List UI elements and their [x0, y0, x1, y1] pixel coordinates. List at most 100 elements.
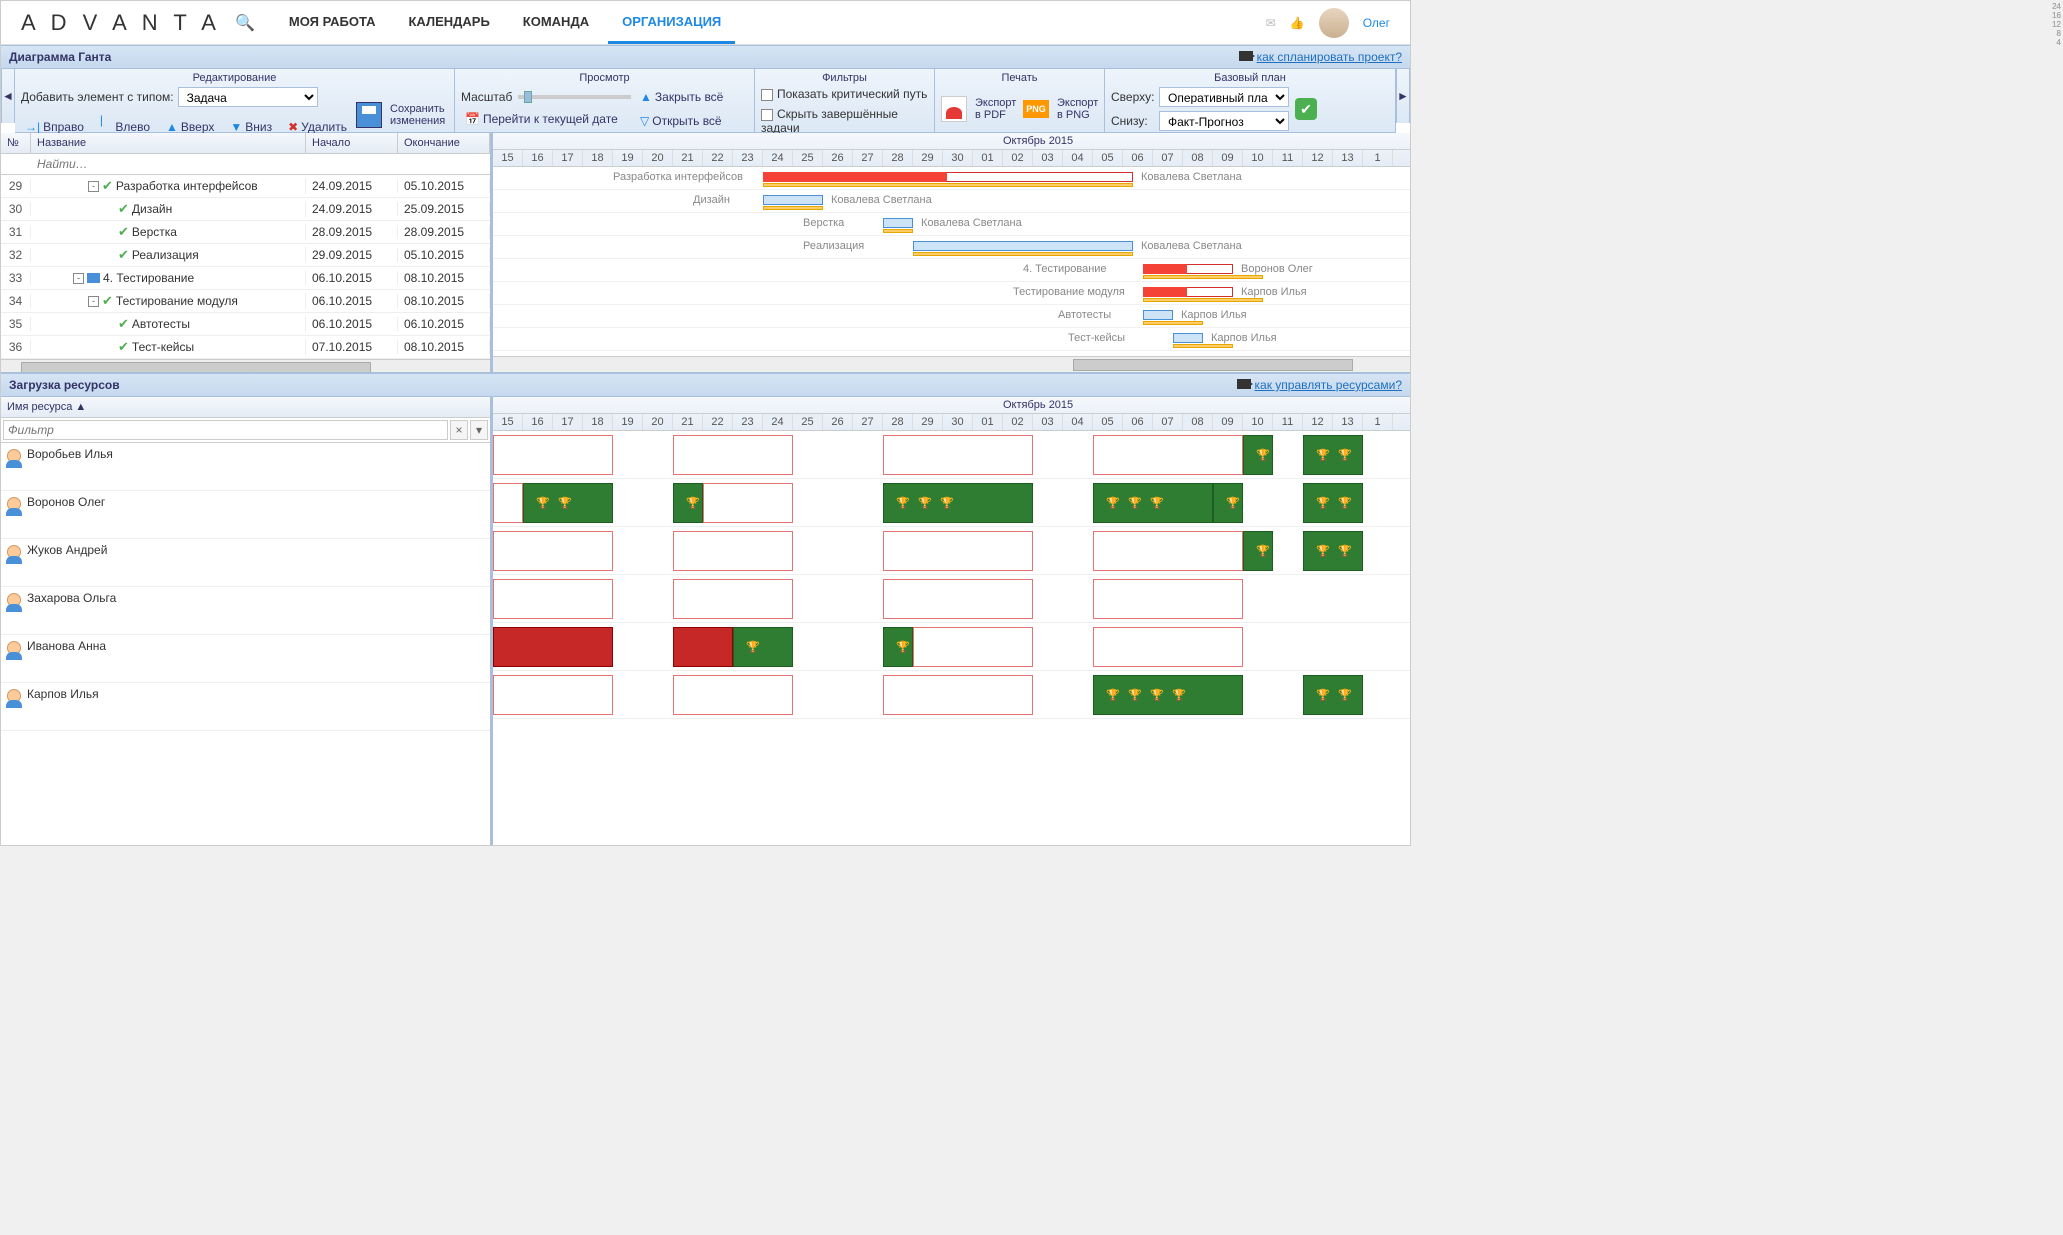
task-row[interactable]: 34-✔Тестирование модуля06.10.201508.10.2…	[1, 290, 490, 313]
workload-cell[interactable]: 🏆🏆🏆	[883, 483, 1033, 523]
task-row[interactable]: 33-4. Тестирование06.10.201508.10.2015	[1, 267, 490, 290]
expand-icon[interactable]: -	[88, 181, 99, 192]
workload-cell[interactable]	[673, 531, 793, 571]
workload-cell[interactable]	[493, 531, 613, 571]
toolbar-scroll-left[interactable]: ◄	[1, 69, 15, 123]
resource-row[interactable]: Карпов Илья24161284	[1, 683, 490, 731]
resource-row[interactable]: Жуков Андрей24161284	[1, 539, 490, 587]
baseline-bottom-select[interactable]: Факт-Прогноз	[1159, 111, 1289, 131]
resources-help-link[interactable]: как управлять ресурсами?	[1237, 378, 1403, 392]
col-num[interactable]: №	[1, 133, 31, 153]
gantt-bar[interactable]	[1143, 287, 1233, 297]
workload-cell[interactable]	[493, 675, 613, 715]
workload-cell[interactable]	[883, 435, 1033, 475]
avatar[interactable]	[1319, 8, 1349, 38]
toolbar-scroll-right[interactable]: ►	[1396, 69, 1410, 123]
workload-cell[interactable]	[493, 579, 613, 619]
workload-cell[interactable]: 🏆🏆🏆	[1093, 483, 1213, 523]
gantt-bar[interactable]	[1143, 264, 1233, 274]
resource-name-col[interactable]: Имя ресурса ▲	[1, 397, 490, 418]
expand-icon[interactable]: -	[73, 273, 84, 284]
expand-icon[interactable]: -	[88, 296, 99, 307]
search-icon[interactable]: 🔍	[235, 13, 255, 33]
workload-cell[interactable]	[1093, 435, 1243, 475]
mail-icon[interactable]: ✉	[1266, 16, 1276, 30]
workload-cell[interactable]	[673, 627, 733, 667]
workload-cell[interactable]: 🏆🏆	[1303, 435, 1363, 475]
day-cell: 03	[1033, 150, 1063, 166]
baseline-top-select[interactable]: Оперативный план	[1159, 87, 1289, 107]
gantt-bar[interactable]	[913, 241, 1133, 251]
workload-cell[interactable]	[883, 675, 1033, 715]
gantt-bar[interactable]	[763, 195, 823, 205]
task-row[interactable]: 31✔Верстка28.09.201528.09.2015	[1, 221, 490, 244]
workload-cell[interactable]	[493, 483, 523, 523]
task-hscroll[interactable]	[1, 359, 490, 372]
workload-cell[interactable]	[883, 531, 1033, 571]
task-row[interactable]: 29-✔Разработка интерфейсов24.09.201505.1…	[1, 175, 490, 198]
workload-cell[interactable]	[673, 579, 793, 619]
day-cell: 26	[823, 150, 853, 166]
workload-cell[interactable]: 🏆🏆	[1303, 531, 1363, 571]
like-icon[interactable]: 👍	[1290, 16, 1305, 30]
gantt-bar[interactable]	[1173, 333, 1203, 343]
task-row[interactable]: 30✔Дизайн24.09.201525.09.2015	[1, 198, 490, 221]
workload-cell[interactable]	[1093, 579, 1243, 619]
workload-cell[interactable]: 🏆	[883, 627, 913, 667]
workload-cell[interactable]	[493, 435, 613, 475]
export-png-button[interactable]: Экспорт в PNG	[1053, 95, 1097, 123]
col-end[interactable]: Окончание	[398, 133, 490, 153]
apply-baseline-button[interactable]: ✔	[1295, 98, 1317, 120]
gantt-bar[interactable]	[1143, 310, 1173, 320]
expand-all-button[interactable]: ▽Открыть всё	[636, 112, 727, 130]
resource-filter-input[interactable]	[3, 420, 448, 440]
goto-today-button[interactable]: 📅Перейти к текущей дате	[461, 110, 631, 128]
workload-cell[interactable]	[493, 627, 613, 667]
nav-организация[interactable]: ОРГАНИЗАЦИЯ	[608, 2, 735, 44]
task-search-input[interactable]	[31, 154, 490, 174]
task-row[interactable]: 32✔Реализация29.09.201505.10.2015	[1, 244, 490, 267]
nav-календарь[interactable]: КАЛЕНДАРЬ	[394, 2, 503, 44]
workload-cell[interactable]: 🏆🏆	[1303, 675, 1363, 715]
workload-cell[interactable]	[913, 627, 1033, 667]
check-icon: ✔	[118, 316, 129, 332]
resource-row[interactable]: Воронов Олег24161284	[1, 491, 490, 539]
export-pdf-button[interactable]: Экспорт в PDF	[971, 95, 1015, 123]
workload-cell[interactable]: 🏆🏆🏆🏆	[1093, 675, 1243, 715]
resource-row[interactable]: Захарова Ольга24161284	[1, 587, 490, 635]
filter-dropdown-button[interactable]: ▾	[470, 420, 488, 440]
save-button[interactable]: Сохранить изменения	[386, 101, 446, 129]
workload-cell[interactable]: 🏆🏆	[1303, 483, 1363, 523]
nav-моя работа[interactable]: МОЯ РАБОТА	[275, 2, 390, 44]
task-row[interactable]: 36✔Тест-кейсы07.10.201508.10.2015	[1, 336, 490, 359]
critical-path-checkbox[interactable]: Показать критический путь	[761, 87, 927, 101]
gantt-bar[interactable]	[883, 218, 913, 228]
workload-cell[interactable]	[673, 435, 793, 475]
workload-cell[interactable]	[673, 675, 793, 715]
hide-completed-checkbox[interactable]: Скрыть завершённые задачи	[761, 107, 928, 135]
workload-cell[interactable]: 🏆	[1243, 531, 1273, 571]
timeline-hscroll[interactable]	[493, 356, 1410, 372]
resource-row[interactable]: Иванова Анна24161284	[1, 635, 490, 683]
resource-row[interactable]: Воробьев Илья24161284	[1, 443, 490, 491]
username[interactable]: Олег	[1363, 16, 1390, 30]
task-row[interactable]: 35✔Автотесты06.10.201506.10.2015	[1, 313, 490, 336]
clear-filter-button[interactable]: ×	[450, 420, 468, 440]
workload-cell[interactable]: 🏆	[1243, 435, 1273, 475]
workload-cell[interactable]: 🏆🏆	[523, 483, 613, 523]
workload-cell[interactable]	[1093, 627, 1243, 667]
workload-cell[interactable]	[883, 579, 1033, 619]
collapse-all-button[interactable]: ▲Закрыть всё	[636, 88, 727, 106]
workload-cell[interactable]	[1093, 531, 1243, 571]
col-name[interactable]: Название	[31, 133, 306, 153]
gantt-help-link[interactable]: как спланировать проект?	[1239, 50, 1402, 64]
workload-cell[interactable]: 🏆	[673, 483, 703, 523]
col-start[interactable]: Начало	[306, 133, 398, 153]
workload-cell[interactable]	[703, 483, 793, 523]
workload-cell[interactable]: 🏆	[1213, 483, 1243, 523]
nav-команда[interactable]: КОМАНДА	[509, 2, 603, 44]
scale-slider[interactable]	[518, 95, 631, 99]
gantt-bar[interactable]	[763, 172, 1133, 182]
element-type-select[interactable]: Задача	[178, 87, 318, 107]
workload-cell[interactable]: 🏆	[733, 627, 793, 667]
